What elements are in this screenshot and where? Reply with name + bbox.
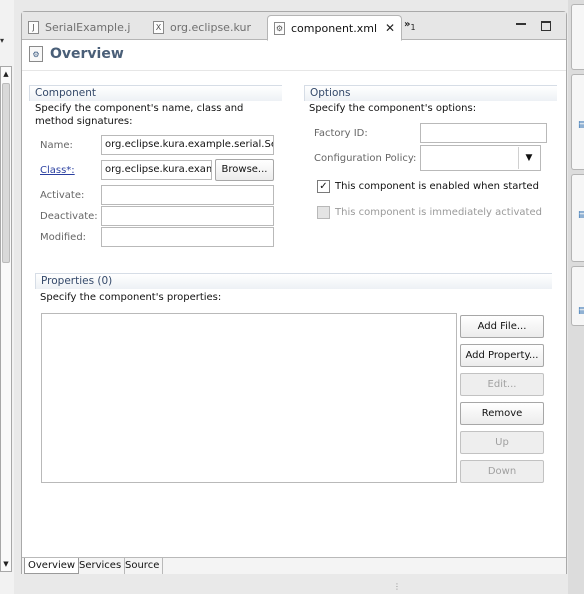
enabled-checkbox[interactable]: ✓ <box>317 180 330 193</box>
manifest-file-icon: X <box>153 21 164 34</box>
tab-source[interactable]: Source <box>122 558 164 574</box>
tab-label: component.xml <box>291 21 378 35</box>
view-menu-arrow-icon[interactable]: ▾ <box>0 36 10 48</box>
tab-overview[interactable]: Overview <box>24 558 80 574</box>
activate-label: Activate: <box>40 190 85 201</box>
name-field[interactable]: org.eclipse.kura.example.serial.SerialEx… <box>101 135 274 155</box>
tab-label: SerialExample.j <box>45 21 131 34</box>
immediate-checkbox[interactable] <box>317 206 330 219</box>
factory-id-label: Factory ID: <box>314 128 368 139</box>
scroll-up-icon[interactable]: ▲ <box>1 67 11 81</box>
editor-tab-bar: J SerialExample.j X org.eclipse.kur ⚙ co… <box>22 12 566 41</box>
task-list-icon[interactable]: ▤ <box>578 210 584 220</box>
chevron-down-icon: ▼ <box>518 147 539 169</box>
options-section-title[interactable]: Options <box>304 85 557 101</box>
add-property-button[interactable]: Add Property... <box>460 344 544 367</box>
form-header: ⚙ Overview <box>29 46 124 62</box>
tab-services[interactable]: Services <box>76 558 126 574</box>
class-field[interactable]: org.eclipse.kura.example.serial.SerialEx… <box>101 160 212 180</box>
component-editor: J SerialExample.j X org.eclipse.kur ⚙ co… <box>21 11 567 574</box>
options-section-description: Specify the component's options: <box>309 103 477 114</box>
maximize-icon[interactable] <box>541 21 551 31</box>
up-button[interactable]: Up <box>460 431 544 454</box>
overflow-count: 1 <box>410 23 416 32</box>
deactivate-field[interactable] <box>101 206 274 226</box>
component-file-icon: ⚙ <box>274 21 285 35</box>
remove-button[interactable]: Remove <box>460 402 544 425</box>
immediate-checkbox-label: This component is immediately activated <box>335 207 542 218</box>
enabled-checkbox-label: This component is enabled when started <box>335 181 539 192</box>
scroll-thumb[interactable] <box>2 83 10 263</box>
close-icon[interactable]: ✕ <box>385 21 395 35</box>
right-trim-stack-4[interactable] <box>571 266 584 326</box>
add-file-button[interactable]: Add File... <box>460 315 544 338</box>
editor-page-tabs: Overview Services Source <box>22 557 566 574</box>
configuration-policy-label: Configuration Policy: <box>314 153 417 164</box>
modified-field[interactable] <box>101 227 274 247</box>
tab-serial-example[interactable]: J SerialExample.j <box>28 15 130 40</box>
tab-overflow-button[interactable]: »1 <box>404 19 416 32</box>
scroll-down-icon[interactable]: ▼ <box>1 557 11 571</box>
name-label: Name: <box>40 140 73 151</box>
class-link[interactable]: Class*: <box>40 165 75 176</box>
modified-label: Modified: <box>40 232 87 243</box>
tab-manifest[interactable]: X org.eclipse.kur <box>153 15 251 40</box>
properties-list[interactable] <box>41 313 457 483</box>
minimize-icon[interactable] <box>516 23 526 26</box>
activate-field[interactable] <box>101 185 274 205</box>
component-form-icon: ⚙ <box>29 46 43 62</box>
java-file-icon: J <box>28 21 39 34</box>
header-divider <box>22 70 566 71</box>
console-view-icon[interactable]: ▤ <box>578 306 584 316</box>
tab-label: org.eclipse.kur <box>170 21 251 34</box>
browse-button[interactable]: Browse... <box>215 159 274 181</box>
down-button[interactable]: Down <box>460 460 544 483</box>
outline-view-icon[interactable]: ▤ <box>578 120 584 130</box>
deactivate-label: Deactivate: <box>40 211 98 222</box>
left-panel-edge: ▾ ▲ ▼ <box>0 0 14 594</box>
left-scrollbar[interactable]: ▲ ▼ <box>0 66 12 572</box>
right-trim-stack-1[interactable] <box>571 4 584 70</box>
tab-component-xml[interactable]: ⚙ component.xml ✕ <box>267 15 403 41</box>
page-title: Overview <box>50 46 124 62</box>
edit-button[interactable]: Edit... <box>460 373 544 396</box>
component-section-title[interactable]: Component <box>29 85 282 101</box>
sash-grip-icon[interactable]: ⋮ <box>393 582 401 591</box>
properties-section-description: Specify the component's properties: <box>40 292 222 303</box>
properties-section-title[interactable]: Properties (0) <box>35 273 552 289</box>
factory-id-field[interactable] <box>420 123 547 143</box>
configuration-policy-select[interactable]: ▼ <box>420 145 541 171</box>
component-section-description: Specify the component's name, class and … <box>35 103 244 127</box>
